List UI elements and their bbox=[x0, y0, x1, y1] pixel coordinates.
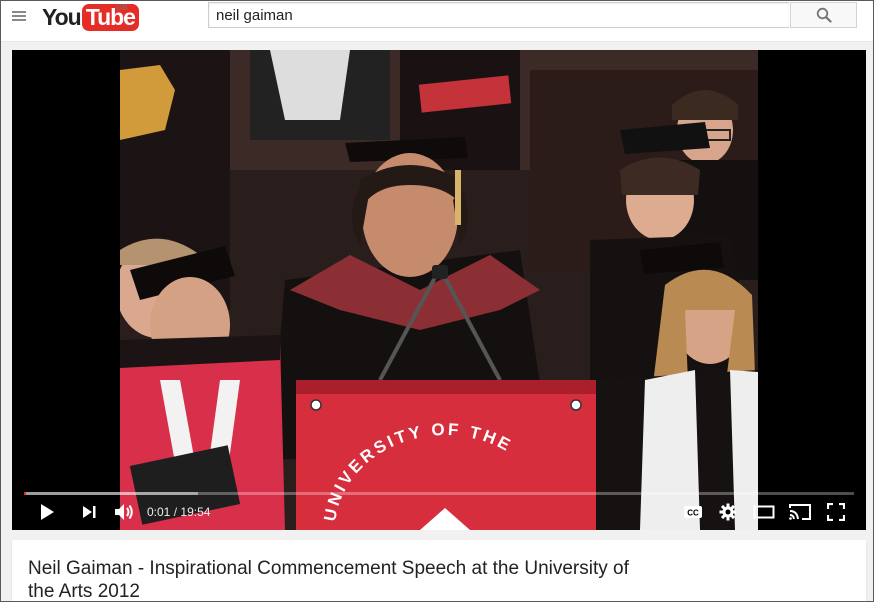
fullscreen-icon bbox=[827, 503, 845, 521]
search-button[interactable] bbox=[790, 2, 857, 28]
hamburger-menu-icon[interactable] bbox=[11, 9, 29, 25]
captions-button[interactable]: CC bbox=[682, 501, 704, 523]
volume-button[interactable] bbox=[112, 501, 136, 523]
masthead: You Tube GB bbox=[1, 1, 873, 42]
current-time: 0:01 bbox=[147, 505, 171, 519]
progress-played bbox=[24, 492, 26, 495]
theater-mode-button[interactable] bbox=[752, 501, 776, 523]
volume-icon bbox=[115, 504, 133, 520]
next-icon bbox=[83, 506, 96, 518]
time-separator: / bbox=[173, 505, 178, 519]
time-display: 0:01 / 19:54 bbox=[147, 505, 210, 519]
region-label: GB bbox=[116, 3, 128, 12]
video-title: Neil Gaiman - Inspirational Commencement… bbox=[28, 558, 629, 602]
video-player[interactable]: UNIVERSITY OF THE 0:01 / 19:54 CC bbox=[12, 50, 866, 530]
progress-buffered bbox=[24, 492, 198, 495]
progress-bar[interactable] bbox=[24, 492, 854, 495]
search-icon bbox=[816, 7, 832, 23]
cast-icon bbox=[789, 504, 811, 520]
cast-button[interactable] bbox=[788, 501, 812, 523]
logo-tube-text: Tube bbox=[81, 3, 139, 31]
video-info-card: Neil Gaiman - Inspirational Commencement… bbox=[12, 540, 866, 602]
next-button[interactable] bbox=[78, 501, 100, 523]
captions-icon: CC bbox=[684, 506, 702, 518]
theater-mode-icon bbox=[753, 505, 775, 519]
settings-icon bbox=[719, 503, 737, 521]
search-box bbox=[208, 2, 789, 28]
duration: 19:54 bbox=[180, 505, 211, 519]
captions-label: CC bbox=[687, 509, 699, 518]
video-frame: UNIVERSITY OF THE bbox=[120, 50, 758, 530]
browser-frame: You Tube GB neil gaiman UNIVERSITY OF TH… bbox=[0, 0, 874, 602]
play-icon bbox=[41, 504, 54, 520]
search-input[interactable] bbox=[209, 3, 783, 27]
play-button[interactable] bbox=[36, 501, 58, 523]
fullscreen-button[interactable] bbox=[825, 501, 847, 523]
logo-you-text: You bbox=[42, 3, 82, 30]
settings-button[interactable] bbox=[717, 501, 739, 523]
